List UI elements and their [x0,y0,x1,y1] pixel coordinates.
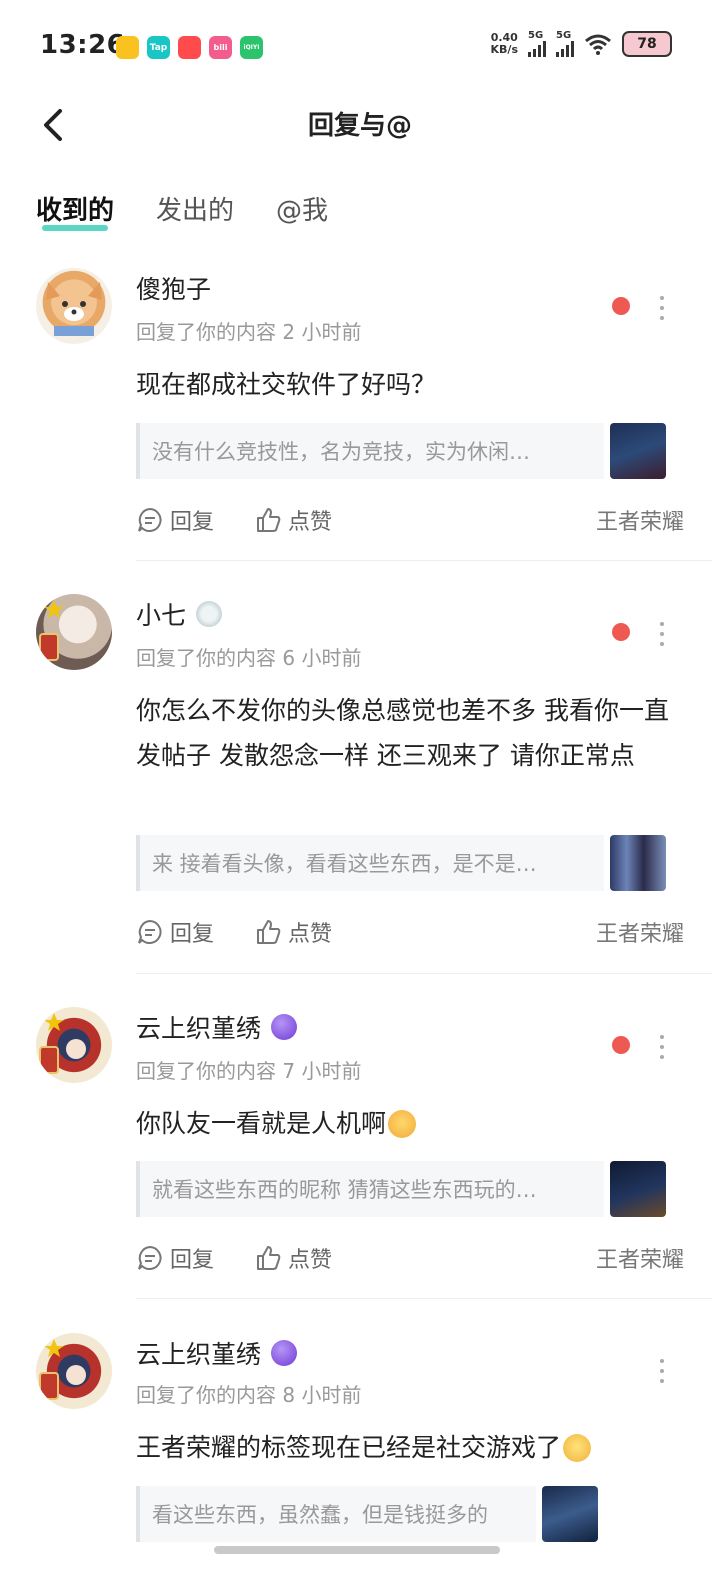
post-thumbnail[interactable] [610,835,666,891]
reply-content: 你队友一看就是人机啊 [136,1101,684,1146]
quoted-content[interactable]: 来 接着看头像，看看这些东西，是不是… [136,835,604,891]
thumbs-up-icon [257,920,281,944]
like-button[interactable]: 点赞 [254,504,332,536]
action-row: 回复 点赞 王者荣耀 [136,914,684,950]
more-options-icon[interactable] [656,1035,668,1059]
top-bar: 回复与@ [0,95,720,155]
action-row: 回复 点赞 王者荣耀 [136,1240,684,1276]
thumbs-up-icon [257,508,281,532]
page-title: 回复与@ [307,111,412,141]
like-button[interactable]: 点赞 [254,1242,332,1274]
divider [136,560,712,561]
avatar-decoration-icon [39,1339,86,1400]
unread-dot [612,297,630,315]
more-options-icon[interactable] [656,622,668,646]
game-tag[interactable]: 王者荣耀 [596,504,684,536]
bilibili-icon: bili [209,36,232,59]
reply-button[interactable]: 回复 [136,1242,214,1274]
post-thumbnail[interactable] [542,1486,598,1542]
reply-button[interactable]: 回复 [136,504,214,536]
comment-icon [138,507,162,532]
username[interactable]: 云上织堇绣 [136,1335,298,1371]
tab-bar: 收到的 发出的 @我 [36,190,328,233]
reply-content: 现在都成社交软件了好吗？ [136,370,437,399]
network-speed: 0.40 KB/s [490,30,518,56]
list-item[interactable]: 云上织堇绣 回复了你的内容 8 小时前 王者荣耀的标签现在已经是社交游戏了 看这… [0,1333,720,1542]
app-icon-3 [178,36,201,59]
avatar-decoration-icon [39,1013,86,1074]
unread-dot [612,623,630,641]
wifi-icon [585,34,611,55]
shiba-avatar-icon [46,282,102,336]
taptap-icon: Tap [147,36,170,59]
list-item[interactable]: 小七 回复了你的内容 6 小时前 你怎么不发你的头像总感觉也差不多 我看你一直发… [0,594,720,974]
game-tag[interactable]: 王者荣耀 [596,1242,684,1274]
avatar-decoration-icon [39,600,64,661]
reply-meta: 回复了你的内容 7 小时前 [136,1059,362,1083]
quoted-content[interactable]: 没有什么竞技性，名为竞技，实为休闲… [136,423,604,479]
crying-emoji-icon [388,1110,417,1138]
divider [136,973,712,974]
battery-indicator: 78 [622,30,672,57]
tab-received[interactable]: 收到的 [36,190,114,233]
user-badge-icon [271,1340,298,1366]
comment-icon [138,919,162,944]
reply-meta: 回复了你的内容 8 小时前 [136,1383,362,1407]
status-time: 13:26 [40,30,126,60]
reply-content: 王者荣耀的标签现在已经是社交游戏了 [136,1425,684,1470]
post-thumbnail[interactable] [610,423,666,479]
username[interactable]: 傻狍子 [136,270,211,306]
status-indicators: 0.40 KB/s 5G 5G 78 [491,30,672,57]
username[interactable]: 小七 [136,596,223,632]
iqiyi-icon: iQIYI [240,36,263,59]
username[interactable]: 云上织堇绣 [136,1009,298,1045]
smirk-emoji-icon [563,1434,592,1462]
reply-meta: 回复了你的内容 6 小时前 [136,646,362,670]
reply-meta: 回复了你的内容 2 小时前 [136,320,362,344]
unread-dot [612,1036,630,1054]
like-button[interactable]: 点赞 [254,916,332,948]
more-options-icon[interactable] [656,296,668,320]
avatar[interactable] [36,268,112,344]
tab-mentions[interactable]: @我 [276,190,328,233]
divider [136,1298,712,1299]
quoted-content[interactable]: 看这些东西，虽然蠢，但是钱挺多的 [136,1486,536,1542]
reply-button[interactable]: 回复 [136,916,214,948]
quoted-content[interactable]: 就看这些东西的昵称 猜猜这些东西玩的… [136,1161,604,1217]
avatar[interactable] [36,1007,112,1083]
list-item[interactable]: 傻狍子 回复了你的内容 2 小时前 现在都成社交软件了好吗？ 没有什么竞技性，名… [0,268,720,561]
app-icon-1 [116,36,139,59]
status-bar: 13:26 Tap bili iQIYI 0.40 KB/s 5G 5G 78 [0,0,720,90]
thumbs-up-icon [257,1246,281,1270]
user-badge-icon [271,1014,298,1040]
signal-bars-icon [556,41,574,57]
game-tag[interactable]: 王者荣耀 [596,916,684,948]
signal-bars-icon [528,41,546,57]
more-options-icon[interactable] [656,1359,668,1383]
signal-2: 5G [556,30,574,57]
post-thumbnail[interactable] [610,1161,666,1217]
notification-app-icons: Tap bili iQIYI [116,36,263,59]
tab-sent[interactable]: 发出的 [156,190,234,233]
comment-icon [138,1245,162,1270]
action-row: 回复 点赞 王者荣耀 [136,502,684,538]
avatar[interactable] [36,594,112,670]
signal-1: 5G [528,30,546,57]
avatar[interactable] [36,1333,112,1409]
reply-content: 你怎么不发你的头像总感觉也差不多 我看你一直发帖子 发散怨念一样 还三观来了 请… [136,696,669,770]
user-badge-icon [196,601,223,627]
list-item[interactable]: 云上织堇绣 回复了你的内容 7 小时前 你队友一看就是人机啊 就看这些东西的昵称… [0,1007,720,1299]
home-indicator[interactable] [214,1546,500,1554]
